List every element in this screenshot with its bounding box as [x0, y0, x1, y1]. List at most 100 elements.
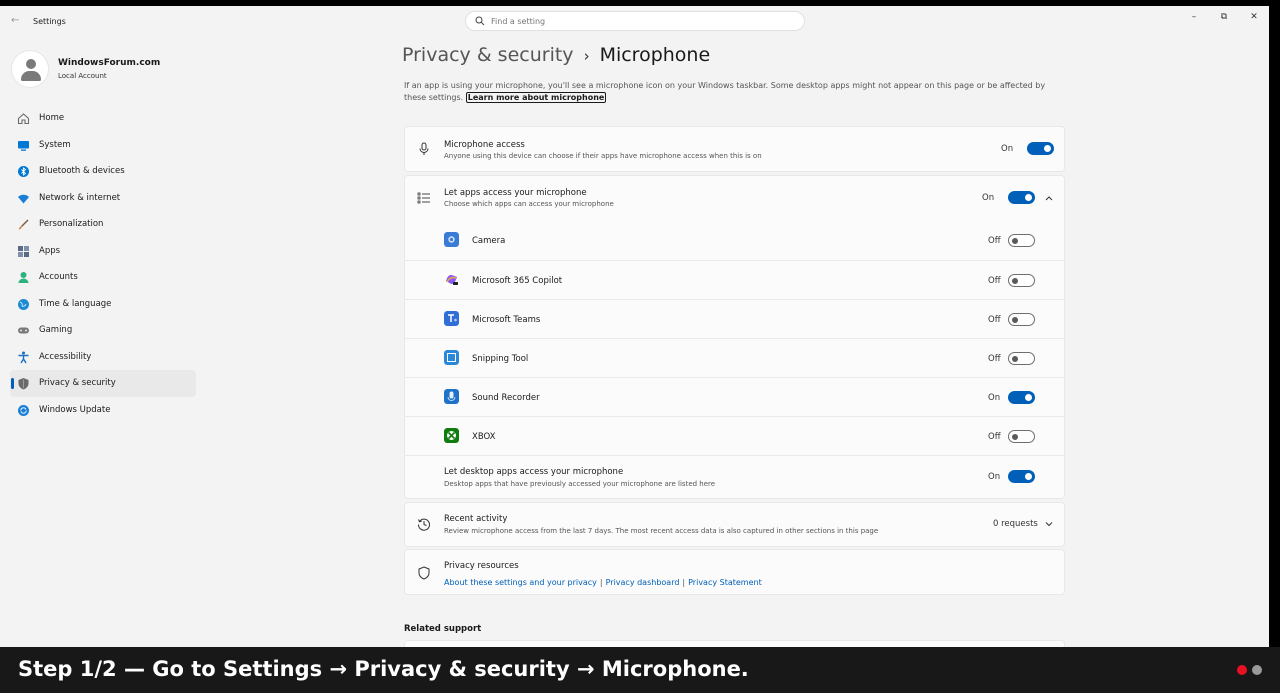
sidebar-item-label: Accessibility — [39, 351, 92, 362]
sidebar-item-label: Home — [39, 113, 65, 123]
sidebar-item-label: Personalization — [39, 219, 104, 229]
about-settings-link[interactable]: About these settings and your privacy — [444, 578, 597, 587]
microphone-access-toggle[interactable] — [1027, 142, 1054, 155]
intro-text: If an app is using your microphone, you'… — [404, 80, 1069, 104]
app-toggle-snipping-tool[interactable] — [1008, 352, 1035, 365]
wifi-icon — [18, 194, 29, 203]
close-button[interactable]: ✕ — [1246, 12, 1262, 26]
app-toggle-camera[interactable] — [1008, 234, 1035, 247]
sidebar-item-label: Apps — [39, 245, 61, 256]
page-edge — [1269, 6, 1280, 647]
let-apps-title: Let apps access your microphone — [444, 188, 587, 198]
app-toggle-microsoft-365-copilot[interactable] — [1008, 274, 1035, 287]
sidebar-item-home[interactable]: Home — [10, 105, 196, 132]
sidebar-item-label: Gaming — [39, 325, 73, 335]
caption-text: Step 1/2 — Go to Settings → Privacy & se… — [18, 657, 749, 681]
page-title: Microphone — [599, 44, 711, 66]
sidebar-item-system[interactable]: System — [10, 132, 196, 159]
sidebar-item-gaming[interactable]: Gaming — [10, 317, 196, 344]
recent-activity-card[interactable]: Recent activity Review microphone access… — [404, 502, 1065, 547]
app-name: Microsoft 365 Copilot — [472, 276, 563, 286]
let-apps-toggle[interactable] — [1008, 191, 1035, 204]
minimize-button[interactable]: – — [1186, 12, 1202, 26]
recent-activity-subtitle: Review microphone access from the last 7… — [444, 527, 879, 535]
home-icon — [17, 113, 30, 125]
bluetooth-icon — [18, 166, 29, 177]
snipping-app-icon — [444, 350, 459, 365]
privacy-resources-title: Privacy resources — [444, 561, 519, 571]
recent-activity-title: Recent activity — [444, 514, 508, 524]
help-with-microphone-card[interactable] — [404, 640, 1065, 647]
desktop-apps-subtitle: Desktop apps that have previously access… — [444, 480, 716, 488]
privacy-resources-card: Privacy resources About these settings a… — [404, 549, 1065, 595]
learn-more-link[interactable]: Learn more about microphone — [465, 92, 607, 103]
person-icon — [18, 272, 29, 283]
app-name: Sound Recorder — [472, 393, 540, 403]
desktop-apps-toggle[interactable] — [1008, 470, 1035, 483]
breadcrumb-separator: › — [583, 47, 590, 65]
recent-activity-row[interactable]: Recent activity Review microphone access… — [405, 503, 1064, 546]
app-toggle-microsoft-teams[interactable] — [1008, 313, 1035, 326]
xbox-app-icon — [444, 428, 459, 443]
microphone-icon — [419, 142, 429, 155]
app-row-microsoft-teams: Microsoft Teams Off — [405, 299, 1064, 338]
shield-outline-icon — [418, 566, 430, 580]
sidebar-item-label: Network & internet — [39, 192, 121, 203]
sidebar-item-privacy-security[interactable]: Privacy & security — [10, 370, 196, 397]
related-support-heading: Related support — [404, 624, 482, 634]
app-toggle-state: Off — [988, 315, 1001, 325]
restore-button[interactable]: ⧉ — [1216, 12, 1232, 26]
system-icon — [18, 140, 29, 151]
let-apps-state: On — [982, 193, 995, 203]
privacy-statement-link[interactable]: Privacy Statement — [688, 578, 762, 587]
app-row-snipping-tool: Snipping Tool Off — [405, 338, 1064, 377]
app-row-xbox: XBOX Off — [405, 416, 1064, 455]
app-toggle-xbox[interactable] — [1008, 430, 1035, 443]
breadcrumb-parent[interactable]: Privacy & security — [402, 44, 574, 66]
privacy-dashboard-link[interactable]: Privacy dashboard — [606, 578, 680, 587]
copilot-app-icon — [444, 272, 459, 287]
sidebar-item-windows-update[interactable]: Windows Update — [10, 397, 196, 424]
recorder-app-icon — [444, 389, 459, 404]
chevron-down-icon[interactable] — [1044, 519, 1054, 529]
history-icon — [417, 518, 430, 531]
app-toggle-sound-recorder[interactable] — [1008, 391, 1035, 404]
let-apps-row[interactable]: Let apps access your microphone Choose w… — [405, 176, 1064, 221]
gamepad-icon — [18, 327, 29, 334]
teams-app-icon — [444, 311, 459, 326]
list-icon — [417, 192, 430, 204]
chevron-up-icon[interactable] — [1044, 193, 1054, 203]
title-bar: ← Settings – ⧉ ✕ — [0, 6, 1269, 36]
apps-icon — [18, 245, 29, 257]
sidebar-item-accessibility[interactable]: Accessibility — [10, 344, 196, 371]
profile-name: WindowsForum.com — [58, 58, 161, 68]
app-name: XBOX — [472, 432, 496, 442]
app-name: Snipping Tool — [472, 354, 529, 364]
search-input[interactable] — [491, 15, 791, 27]
step-indicator-inactive — [1252, 665, 1262, 675]
settings-window: ← Settings – ⧉ ✕ WindowsForum.com Local … — [0, 6, 1269, 647]
sidebar-item-accounts[interactable]: Accounts — [10, 264, 196, 291]
accessibility-icon — [18, 351, 29, 363]
microphone-access-title: Microphone access — [444, 140, 525, 150]
tutorial-caption: Step 1/2 — Go to Settings → Privacy & se… — [0, 647, 1280, 693]
microphone-access-row: Microphone access Anyone using this devi… — [405, 127, 1064, 171]
back-arrow-icon[interactable]: ← — [11, 15, 19, 26]
microphone-access-card: Microphone access Anyone using this devi… — [404, 126, 1065, 172]
desktop-apps-state: On — [988, 472, 1001, 482]
sidebar-item-bluetooth-devices[interactable]: Bluetooth & devices — [10, 158, 196, 185]
sidebar-item-time-language[interactable]: Time & language — [10, 291, 196, 318]
let-apps-subtitle: Choose which apps can access your microp… — [444, 200, 614, 208]
sidebar-item-label: Time & language — [39, 298, 112, 309]
profile-account-type: Local Account — [58, 72, 107, 80]
sidebar-item-label: Windows Update — [39, 404, 111, 415]
let-apps-card: Let apps access your microphone Choose w… — [404, 175, 1065, 499]
search-box[interactable] — [465, 11, 805, 31]
sidebar-item-network-internet[interactable]: Network & internet — [10, 185, 196, 212]
recent-activity-count: 0 requests — [993, 519, 1038, 529]
sidebar-item-personalization[interactable]: Personalization — [10, 211, 196, 238]
sidebar-item-label: Bluetooth & devices — [39, 166, 125, 176]
sidebar-item-label: Privacy & security — [39, 378, 116, 388]
sidebar-item-apps[interactable]: Apps — [10, 238, 196, 265]
avatar — [11, 50, 49, 88]
